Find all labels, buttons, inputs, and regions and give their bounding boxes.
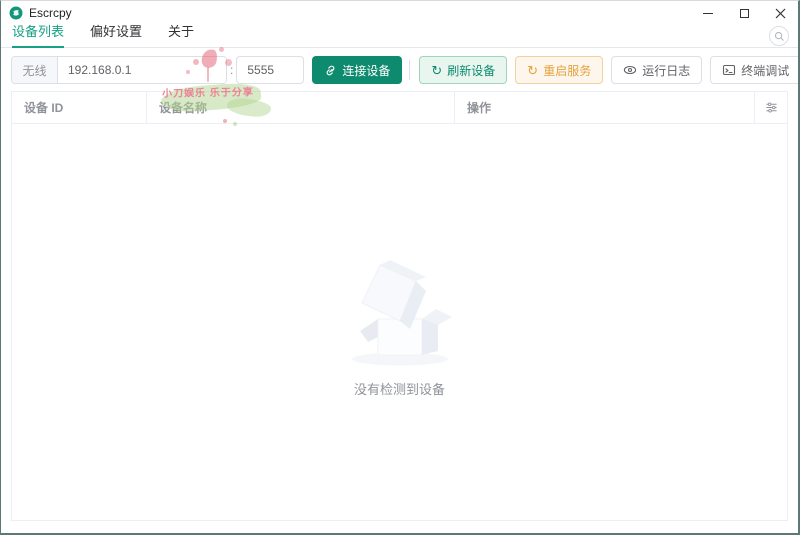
tab-preferences[interactable]: 偏好设置 (90, 21, 142, 47)
device-table-body: 没有检测到设备 (12, 124, 787, 520)
search-button[interactable] (769, 26, 789, 46)
window-controls (690, 1, 798, 25)
wireless-address-group: 无线 (11, 56, 227, 84)
wireless-mode-label[interactable]: 无线 (12, 57, 58, 83)
run-logs-button[interactable]: 运行日志 (611, 56, 703, 84)
empty-state-text: 没有检测到设备 (353, 381, 445, 397)
empty-box-illustration (351, 259, 452, 365)
terminal-debug-button[interactable]: 终端调试 (710, 56, 798, 84)
link-icon (327, 65, 335, 75)
window-title: Escrcpy (29, 6, 72, 20)
maximize-button[interactable] (726, 1, 762, 25)
tab-device-list[interactable]: 设备列表 (12, 21, 65, 48)
ip-address-input[interactable] (58, 57, 226, 83)
restart-service-label: 重启服务 (543, 63, 592, 78)
device-table-header: 设备 ID 设备名称 操作 (12, 92, 787, 124)
connect-device-button[interactable]: 连接设备 (312, 56, 403, 84)
refresh-devices-button[interactable]: ↻ 刷新设备 (419, 56, 508, 84)
minimize-button[interactable] (690, 1, 726, 25)
column-settings-button[interactable] (755, 92, 787, 123)
column-header-device-name: 设备名称 (147, 92, 455, 123)
maximize-icon (739, 8, 749, 18)
app-window: Escrcpy 设备列表 偏好设置 关于 无线 : (0, 0, 800, 535)
close-icon (775, 8, 785, 18)
tab-bar: 设备列表 偏好设置 关于 (1, 24, 798, 48)
column-header-device-id: 设备 ID (12, 92, 147, 123)
device-table: 设备 ID 设备名称 操作 没有检测到设备 (11, 91, 788, 521)
restart-icon: ↻ (527, 62, 539, 78)
toolbar-divider (409, 60, 411, 80)
connection-toolbar: 无线 : 连接设备 ↻ 刷新设备 ↻ 重启服务 运行日志 (11, 56, 798, 84)
ip-port-separator: : (230, 63, 234, 77)
minimize-icon (703, 12, 713, 14)
run-logs-label: 运行日志 (642, 63, 691, 78)
eye-icon (624, 65, 637, 75)
restart-service-button[interactable]: ↻ 重启服务 (515, 56, 604, 84)
terminal-icon (723, 64, 736, 76)
terminal-debug-label: 终端调试 (741, 63, 790, 78)
refresh-icon: ↻ (431, 62, 443, 78)
refresh-devices-label: 刷新设备 (447, 63, 496, 78)
column-header-actions: 操作 (455, 92, 755, 123)
port-input[interactable] (236, 56, 305, 84)
search-icon (774, 31, 784, 41)
close-button[interactable] (762, 1, 798, 25)
tab-about[interactable]: 关于 (168, 21, 194, 47)
sliders-icon (765, 102, 777, 113)
connect-device-label: 连接设备 (342, 63, 391, 78)
app-logo-icon (9, 6, 23, 20)
